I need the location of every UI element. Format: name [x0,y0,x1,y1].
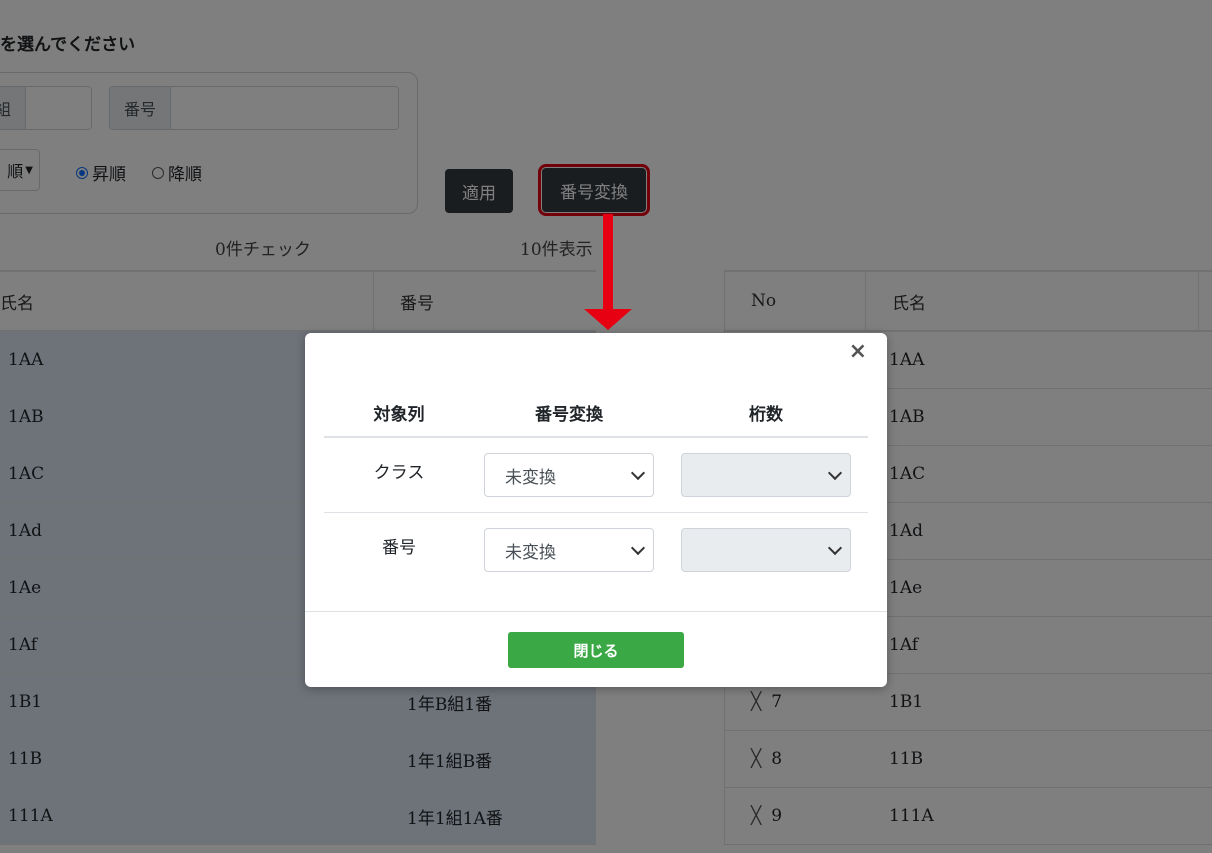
conversion-select-number[interactable]: 未変換 [484,528,654,572]
chevron-down-icon [630,465,646,481]
conversion-select-class[interactable]: 未変換 [484,453,654,497]
red-arrow-annotation [584,214,632,330]
chevron-down-icon [827,540,843,556]
digits-select-number [681,528,851,572]
header-conversion: 番号変換 [535,405,603,425]
row-label: クラス [373,463,425,483]
conversion-table: 対象列 番号変換 桁数 クラス 未変換 番号 未変換 [324,389,868,587]
header-digits: 桁数 [749,405,783,425]
close-icon[interactable]: × [849,339,867,364]
modal-footer: 閉じる [305,611,887,688]
digits-select-class [681,453,851,497]
conversion-table-header: 対象列 番号変換 桁数 [324,389,868,438]
header-target-column: 対象列 [373,405,425,425]
close-button[interactable]: 閉じる [508,632,684,668]
number-conversion-modal: × 対象列 番号変換 桁数 クラス 未変換 番号 未変換 閉じる [305,333,887,687]
chevron-down-icon [827,465,843,481]
select-value: 未変換 [505,467,556,488]
chevron-down-icon [630,540,646,556]
row-label: 番号 [382,538,416,558]
conversion-row-number: 番号 未変換 [324,513,868,587]
select-value: 未変換 [505,542,556,563]
conversion-row-class: クラス 未変換 [324,438,868,513]
